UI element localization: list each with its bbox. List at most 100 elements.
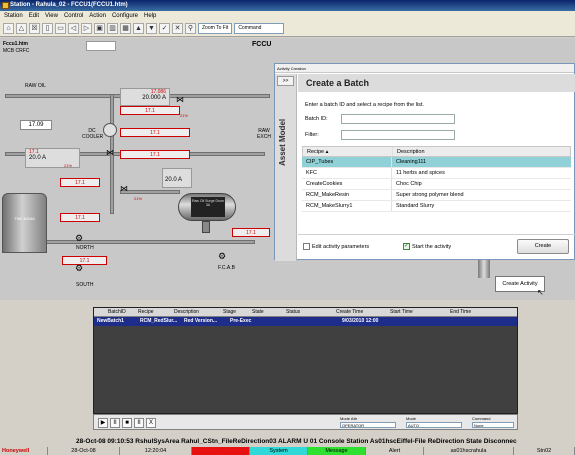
north-label: NORTH [76,245,94,251]
start-activity-label: Start the activity [412,243,452,250]
batch-row[interactable]: NewBatch1 RCM_RedSlur... Red Version... … [94,317,517,326]
zoom-icon[interactable]: ⚲ [185,23,196,34]
expand-panel-button[interactable]: >> [277,76,294,86]
back-icon[interactable]: ◁ [68,23,79,34]
surge-drum[interactable]: Raw Oil Surge Drum 3A [178,193,236,221]
alert-indicator[interactable]: Alert [366,447,424,455]
abort-icon[interactable]: X [146,418,156,428]
reading-box-3[interactable]: 17.1 [60,178,100,187]
raw-oil-label: RAW OIL [25,83,46,89]
dialog-footer-divider [298,234,575,235]
mode-attr-label: Mode Attr [340,416,358,421]
start-activity-checkbox[interactable]: ✓ [403,243,410,250]
mode-attr-select[interactable]: OPERATOR [340,422,396,428]
reading-box-1[interactable]: 17.1 [120,128,190,137]
system-indicator[interactable]: System [250,447,308,455]
menu-station[interactable]: Station [4,12,23,20]
recipe-name: KFC [302,168,392,178]
fca-pump-icon[interactable]: ⚙ [218,251,226,262]
alarm-icon[interactable]: ▲ [133,23,144,34]
reading-box-6[interactable]: 17.1 [232,228,270,237]
recipe-row[interactable]: CIP_Tubes Cleaning111 [302,157,571,168]
menu-action[interactable]: Action [89,12,106,20]
mode-select[interactable]: AUTO [406,422,462,428]
drum-boot [202,221,210,233]
home-icon[interactable]: ⌂ [3,23,14,34]
pause-icon[interactable]: II [110,418,120,428]
alarm-message-line[interactable]: 28-Oct-08 09:10:53 RshulSysArea Rahul_CS… [0,436,575,447]
filter-input[interactable] [341,130,455,140]
drum-inlet-pipe [120,190,180,194]
mouse-cursor-icon: ↖ [537,288,544,297]
reading-box-4[interactable]: 17.1 [60,213,100,222]
control-valve-icon[interactable]: ⋈ [176,95,184,104]
asset-model-title[interactable]: Asset Model [278,106,287,166]
south-pump-icon[interactable]: ⚙ [75,263,83,274]
north-pump-icon[interactable]: ⚙ [75,233,83,244]
recipe-row[interactable]: RCM_MakeSlurry1 Standard Slurry [302,201,571,212]
recipe-row[interactable]: RCM_MakeResin Super strong polymer blend [302,190,571,201]
left-valve-icon[interactable]: ⋈ [106,148,114,157]
filter-label: Filter: [305,132,319,138]
trend-icon[interactable]: ▥ [107,23,118,34]
mid-valve-icon[interactable]: ⋈ [120,184,128,193]
flow-controller-top[interactable]: 17.086 20.000 A [120,88,170,106]
brand-logo: Honeywell [0,447,48,455]
reading-box-2[interactable]: 17.1 [120,150,190,159]
alarm-indicator[interactable]: Alarm [192,447,250,455]
create-button[interactable]: Create [517,239,569,254]
start-activity-option[interactable]: ✓ Start the activity [403,243,451,250]
message-indicator[interactable]: Message [308,447,366,455]
station-app-icon [2,2,9,9]
flow-controller-mid[interactable]: 20.0 A [162,168,192,188]
edit-params-option[interactable]: Edit activity parameters [303,243,369,250]
user-name: as01hscrahula [424,447,514,455]
reading-box-5[interactable]: 17.1 [62,256,107,265]
hold-icon[interactable]: II [134,418,144,428]
command-select[interactable]: None [472,422,514,428]
col-state[interactable]: State [246,308,282,316]
alarm-summary-icon[interactable]: △ [16,23,27,34]
menu-configure[interactable]: Configure [112,12,138,20]
status-time: 12:20:04 [120,447,192,455]
check-icon[interactable]: ✓ [159,23,170,34]
document-icon[interactable]: ▯ [42,23,53,34]
stop-icon[interactable]: ■ [122,418,132,428]
silence-icon[interactable]: ✕ [172,23,183,34]
recipe-column-header[interactable]: Recipe ▴ [303,147,393,156]
menu-help[interactable]: Help [144,12,156,20]
col-batchid[interactable]: BatchID [94,308,126,316]
play-icon[interactable]: ▶ [98,418,108,428]
page-icon[interactable]: ▣ [94,23,105,34]
grid-icon[interactable]: ▦ [120,23,131,34]
recipe-row[interactable]: CreateCookies Choc Chip [302,179,571,190]
col-description[interactable]: Description [166,308,216,316]
edit-params-checkbox[interactable] [303,243,310,250]
batch-stage-cell: Pre-Exec [230,318,252,324]
storage-tank[interactable]: TNK 3004A [2,193,47,253]
acknowledge-icon[interactable]: ▼ [146,23,157,34]
col-recipe[interactable]: Recipe [124,308,166,316]
recipe-row[interactable]: KFC 11 herbs and spices [302,168,571,179]
col-create-time[interactable]: Create Time [330,308,384,316]
edit-params-label: Edit activity parameters [312,243,370,250]
description-column-header[interactable]: Description [393,147,570,156]
col-start-time[interactable]: Start Time [384,308,444,316]
detail-icon[interactable]: ☒ [29,23,40,34]
reading-box-7[interactable]: 17.1 [120,106,180,115]
batch-list-panel: BatchID Recipe Description Stage State S… [93,307,518,414]
forward-icon[interactable]: ▷ [81,23,92,34]
menu-control[interactable]: Control [64,12,83,20]
menu-edit[interactable]: Edit [29,12,39,20]
col-status[interactable]: Status [282,308,330,316]
batch-id-input[interactable] [341,114,455,124]
valve-output-top: 21% [180,113,189,118]
heat-exchanger-icon[interactable] [103,123,117,137]
command-field[interactable]: Command [234,23,285,34]
menu-view[interactable]: View [45,12,58,20]
display-icon[interactable]: ▭ [55,23,66,34]
col-end-time[interactable]: End Time [444,308,517,316]
raw-oil-value[interactable]: 17.09 [20,120,52,130]
col-stage[interactable]: Stage [216,308,246,316]
zoom-to-fit-button[interactable]: Zoom To Fit [198,23,233,34]
